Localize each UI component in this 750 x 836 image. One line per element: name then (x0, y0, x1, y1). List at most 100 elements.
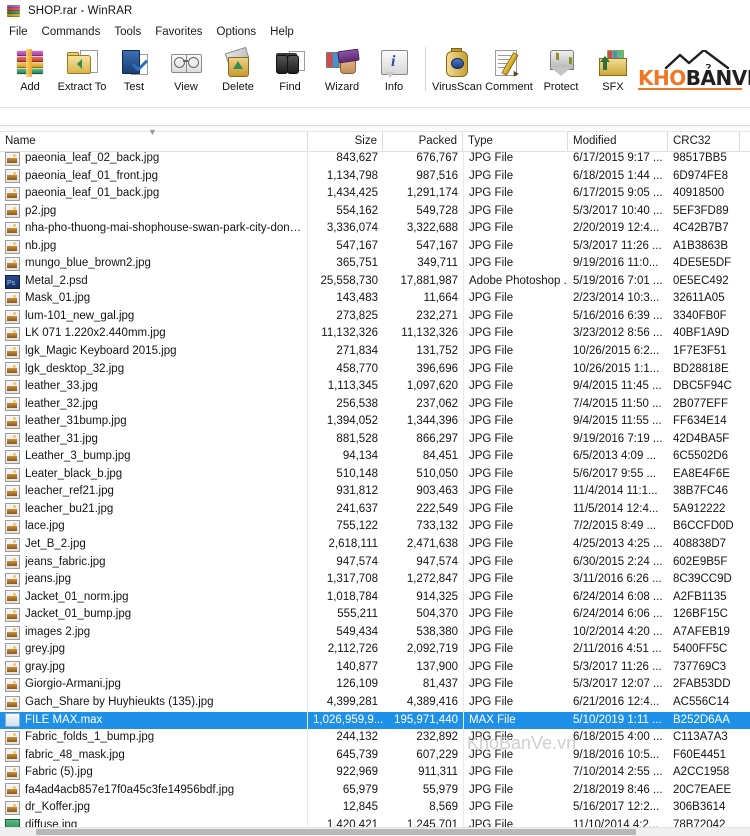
table-row[interactable]: leather_31bump.jpg 1,394,052 1,344,396 JPG … (0, 413, 750, 431)
toolbar-button-delete[interactable]: Delete (212, 45, 264, 93)
toolbar-button-comment[interactable]: Comment (483, 45, 535, 93)
table-row[interactable]: mungo_blue_brown2.jpg 365,751 349,711 JPG F… (0, 255, 750, 273)
menu-item-options[interactable]: Options (210, 24, 264, 40)
table-row[interactable]: leacher_bu21.jpg 241,637 222,549 JPG File 11… (0, 500, 750, 519)
table-row[interactable]: Metal_2.psd 25,558,730 17,881,987 Adobe Pho… (0, 272, 750, 291)
table-row[interactable]: Jacket_01_bump.jpg 555,211 504,370 JPG File… (0, 606, 750, 624)
column-header-size[interactable]: Size (308, 132, 383, 151)
table-row[interactable]: Mask_01.jpg 143,483 11,664 JPG File 2/23/201… (0, 290, 750, 308)
table-row[interactable]: Jacket_01_norm.jpg 1,018,784 914,325 JPG Fi… (0, 588, 750, 607)
table-row[interactable]: dr_Koffer.jpg 12,845 8,569 JPG File 5/16/201… (0, 799, 750, 817)
file-rows[interactable]: paeonia_leaf_02_back.jpg 843,627 676,767 JP… (0, 150, 750, 828)
table-row[interactable]: lgk_desktop_32.jpg 458,770 396,696 JPG File… (0, 360, 750, 379)
add-archive-icon (13, 47, 47, 79)
file-crc32: 32611A05 (673, 292, 725, 305)
table-row[interactable]: leather_33.jpg 1,113,345 1,097,620 JPG File… (0, 378, 750, 396)
table-row[interactable]: paeonia_leaf_01_back.jpg 1,434,425 1,291,1… (0, 185, 750, 203)
table-row[interactable]: leacher_ref21.jpg 931,812 903,463 JPG File 1… (0, 483, 750, 501)
column-header-crc32[interactable]: CRC32 (668, 132, 740, 151)
table-row[interactable]: Giorgio-Armani.jpg 126,109 81,437 JPG File 5… (0, 676, 750, 694)
cell-name: LK 071 1.220x2.440mm.jpg (0, 325, 308, 344)
table-row[interactable]: grey.jpg 2,112,726 2,092,719 JPG File 2/11/2… (0, 641, 750, 659)
jpg-file-icon (5, 555, 20, 570)
file-packed: 1,272,847 (406, 573, 458, 586)
table-row[interactable]: Fabric (5).jpg 922,969 911,311 JPG File 7/10… (0, 764, 750, 782)
file-size: 1,317,708 (326, 573, 378, 586)
file-modified: 11/4/2014 11:1... (573, 485, 658, 498)
toolbar-button-find[interactable]: Find (264, 45, 316, 93)
table-row[interactable]: LK 071 1.220x2.440mm.jpg 11,132,326 11,132… (0, 325, 750, 344)
toolbar-button-sfx[interactable]: SFX (587, 45, 639, 93)
menu-item-favorites[interactable]: Favorites (148, 24, 209, 40)
file-modified: 9/18/2016 10:5... (573, 748, 660, 761)
protect-shield-icon (544, 47, 578, 79)
table-row[interactable]: Leater_black_b.jpg 510,148 510,050 JPG File… (0, 465, 750, 484)
file-crc32: 5400FF5C (673, 643, 728, 656)
file-crc32: 602E9B5F (673, 555, 728, 568)
table-row[interactable]: paeonia_leaf_02_back.jpg 843,627 676,767 JP… (0, 150, 750, 168)
table-row[interactable]: jeans_fabric.jpg 947,574 947,574 JPG File 6/… (0, 553, 750, 572)
table-row[interactable]: gray.jpg 140,877 137,900 JPG File 5/3/2017 1… (0, 658, 750, 677)
horizontal-scrollbar[interactable] (0, 827, 750, 836)
toolbar-button-test[interactable]: Test (108, 45, 160, 93)
file-type: JPG File (463, 448, 568, 466)
menu-item-commands[interactable]: Commands (35, 24, 108, 40)
menu-item-file[interactable]: File (2, 24, 35, 40)
file-name: p2.jpg (25, 204, 57, 217)
file-name: FILE MAX.max (25, 713, 103, 726)
table-row[interactable]: fa4ad4acb857e17f0a45c3fe14956bdf.jpg 65,9… (0, 781, 750, 800)
file-type: JPG File (463, 290, 568, 308)
file-crc32: 40918500 (673, 187, 725, 200)
file-name: jeans.jpg (25, 573, 72, 586)
menu-item-tools[interactable]: Tools (107, 24, 148, 40)
file-type: JPG File (463, 588, 568, 607)
table-row[interactable]: Gach_Share by Huyhieukts (135).jpg 4,399,… (0, 693, 750, 712)
table-row[interactable]: fabric_48_mask.jpg 645,739 607,229 JPG File… (0, 746, 750, 765)
table-row[interactable]: lgk_Magic Keyboard 2015.jpg 271,834 131,75… (0, 343, 750, 361)
delete-recycle-bin-icon (221, 46, 255, 79)
table-row[interactable]: p2.jpg 554,162 549,728 JPG File 5/3/2017 10:… (0, 202, 750, 221)
table-row[interactable]: leather_31.jpg 881,528 866,297 JPG File 9/19… (0, 430, 750, 449)
table-row[interactable]: paeonia_leaf_01_front.jpg 1,134,798 987,51… (0, 167, 750, 186)
toolbar-button-protect[interactable]: Protect (535, 45, 587, 93)
psd-file-icon (5, 274, 20, 290)
table-row[interactable]: Fabric_folds_1_bump.jpg 244,132 232,892 JPG… (0, 729, 750, 747)
column-header-type[interactable]: Type (463, 132, 568, 151)
jpg-file-icon (5, 432, 20, 447)
file-modified: 9/19/2016 7:19 ... (573, 432, 663, 445)
table-row[interactable]: lum-101_new_gal.jpg 273,825 232,271 JPG Fil… (0, 307, 750, 326)
column-header-modified[interactable]: Modified (568, 132, 668, 151)
table-row[interactable]: nb.jpg 547,167 547,167 JPG File 5/3/2017 11:… (0, 237, 750, 256)
file-type: JPG File (463, 571, 568, 589)
toolbar-button-add[interactable]: Add (4, 45, 56, 93)
file-size: 947,574 (336, 555, 378, 568)
table-row[interactable]: images 2.jpg 549,434 538,380 JPG File 10/2/2… (0, 623, 750, 642)
logo-wordmark: KHOBẢNVẼ (638, 67, 750, 89)
max-file-icon (5, 713, 20, 728)
toolbar-button-wizard[interactable]: Wizard (316, 45, 368, 93)
file-size: 1,134,798 (326, 169, 378, 182)
file-modified: 2/23/2014 10:3... (573, 292, 660, 305)
table-row[interactable]: FILE MAX.max 1,026,959,9... 195,971,440 MAX… (0, 711, 750, 730)
table-row[interactable]: jeans.jpg 1,317,708 1,272,847 JPG File 3/11/… (0, 571, 750, 589)
file-name: lace.jpg (25, 520, 65, 533)
toolbar-button-virusscan[interactable]: VirusScan (431, 45, 483, 93)
table-row[interactable]: leather_32.jpg 256,538 237,062 JPG File 7/4/… (0, 395, 750, 414)
file-crc32: 306B3614 (673, 801, 726, 814)
toolbar-button-info[interactable]: i Info (368, 45, 420, 93)
horizontal-scrollbar-thumb[interactable] (36, 829, 636, 835)
toolbar-button-view[interactable]: View (160, 45, 212, 93)
table-row[interactable]: Leather_3_bump.jpg 94,134 84,451 JPG File 6/… (0, 448, 750, 466)
file-modified: 5/19/2016 7:01 ... (573, 274, 663, 287)
table-row[interactable]: nha-pho-thuong-mai-shophouse-swan-park-c… (0, 220, 750, 238)
test-book-check-icon (117, 47, 151, 79)
menu-item-help[interactable]: Help (263, 24, 301, 40)
cell-name: leather_32.jpg (0, 395, 308, 414)
table-row[interactable]: Jet_B_2.jpg 2,618,111 2,471,638 JPG File 4/2… (0, 536, 750, 554)
column-header-packed[interactable]: Packed (383, 132, 463, 151)
toolbar-button-extract-to[interactable]: Extract To (56, 45, 108, 93)
sort-descending-icon[interactable]: ▼ (148, 128, 157, 137)
table-row[interactable]: lace.jpg 755,122 733,132 JPG File 7/2/2015 8… (0, 518, 750, 537)
jpg-file-icon (5, 678, 20, 693)
file-size: 244,132 (336, 731, 378, 744)
